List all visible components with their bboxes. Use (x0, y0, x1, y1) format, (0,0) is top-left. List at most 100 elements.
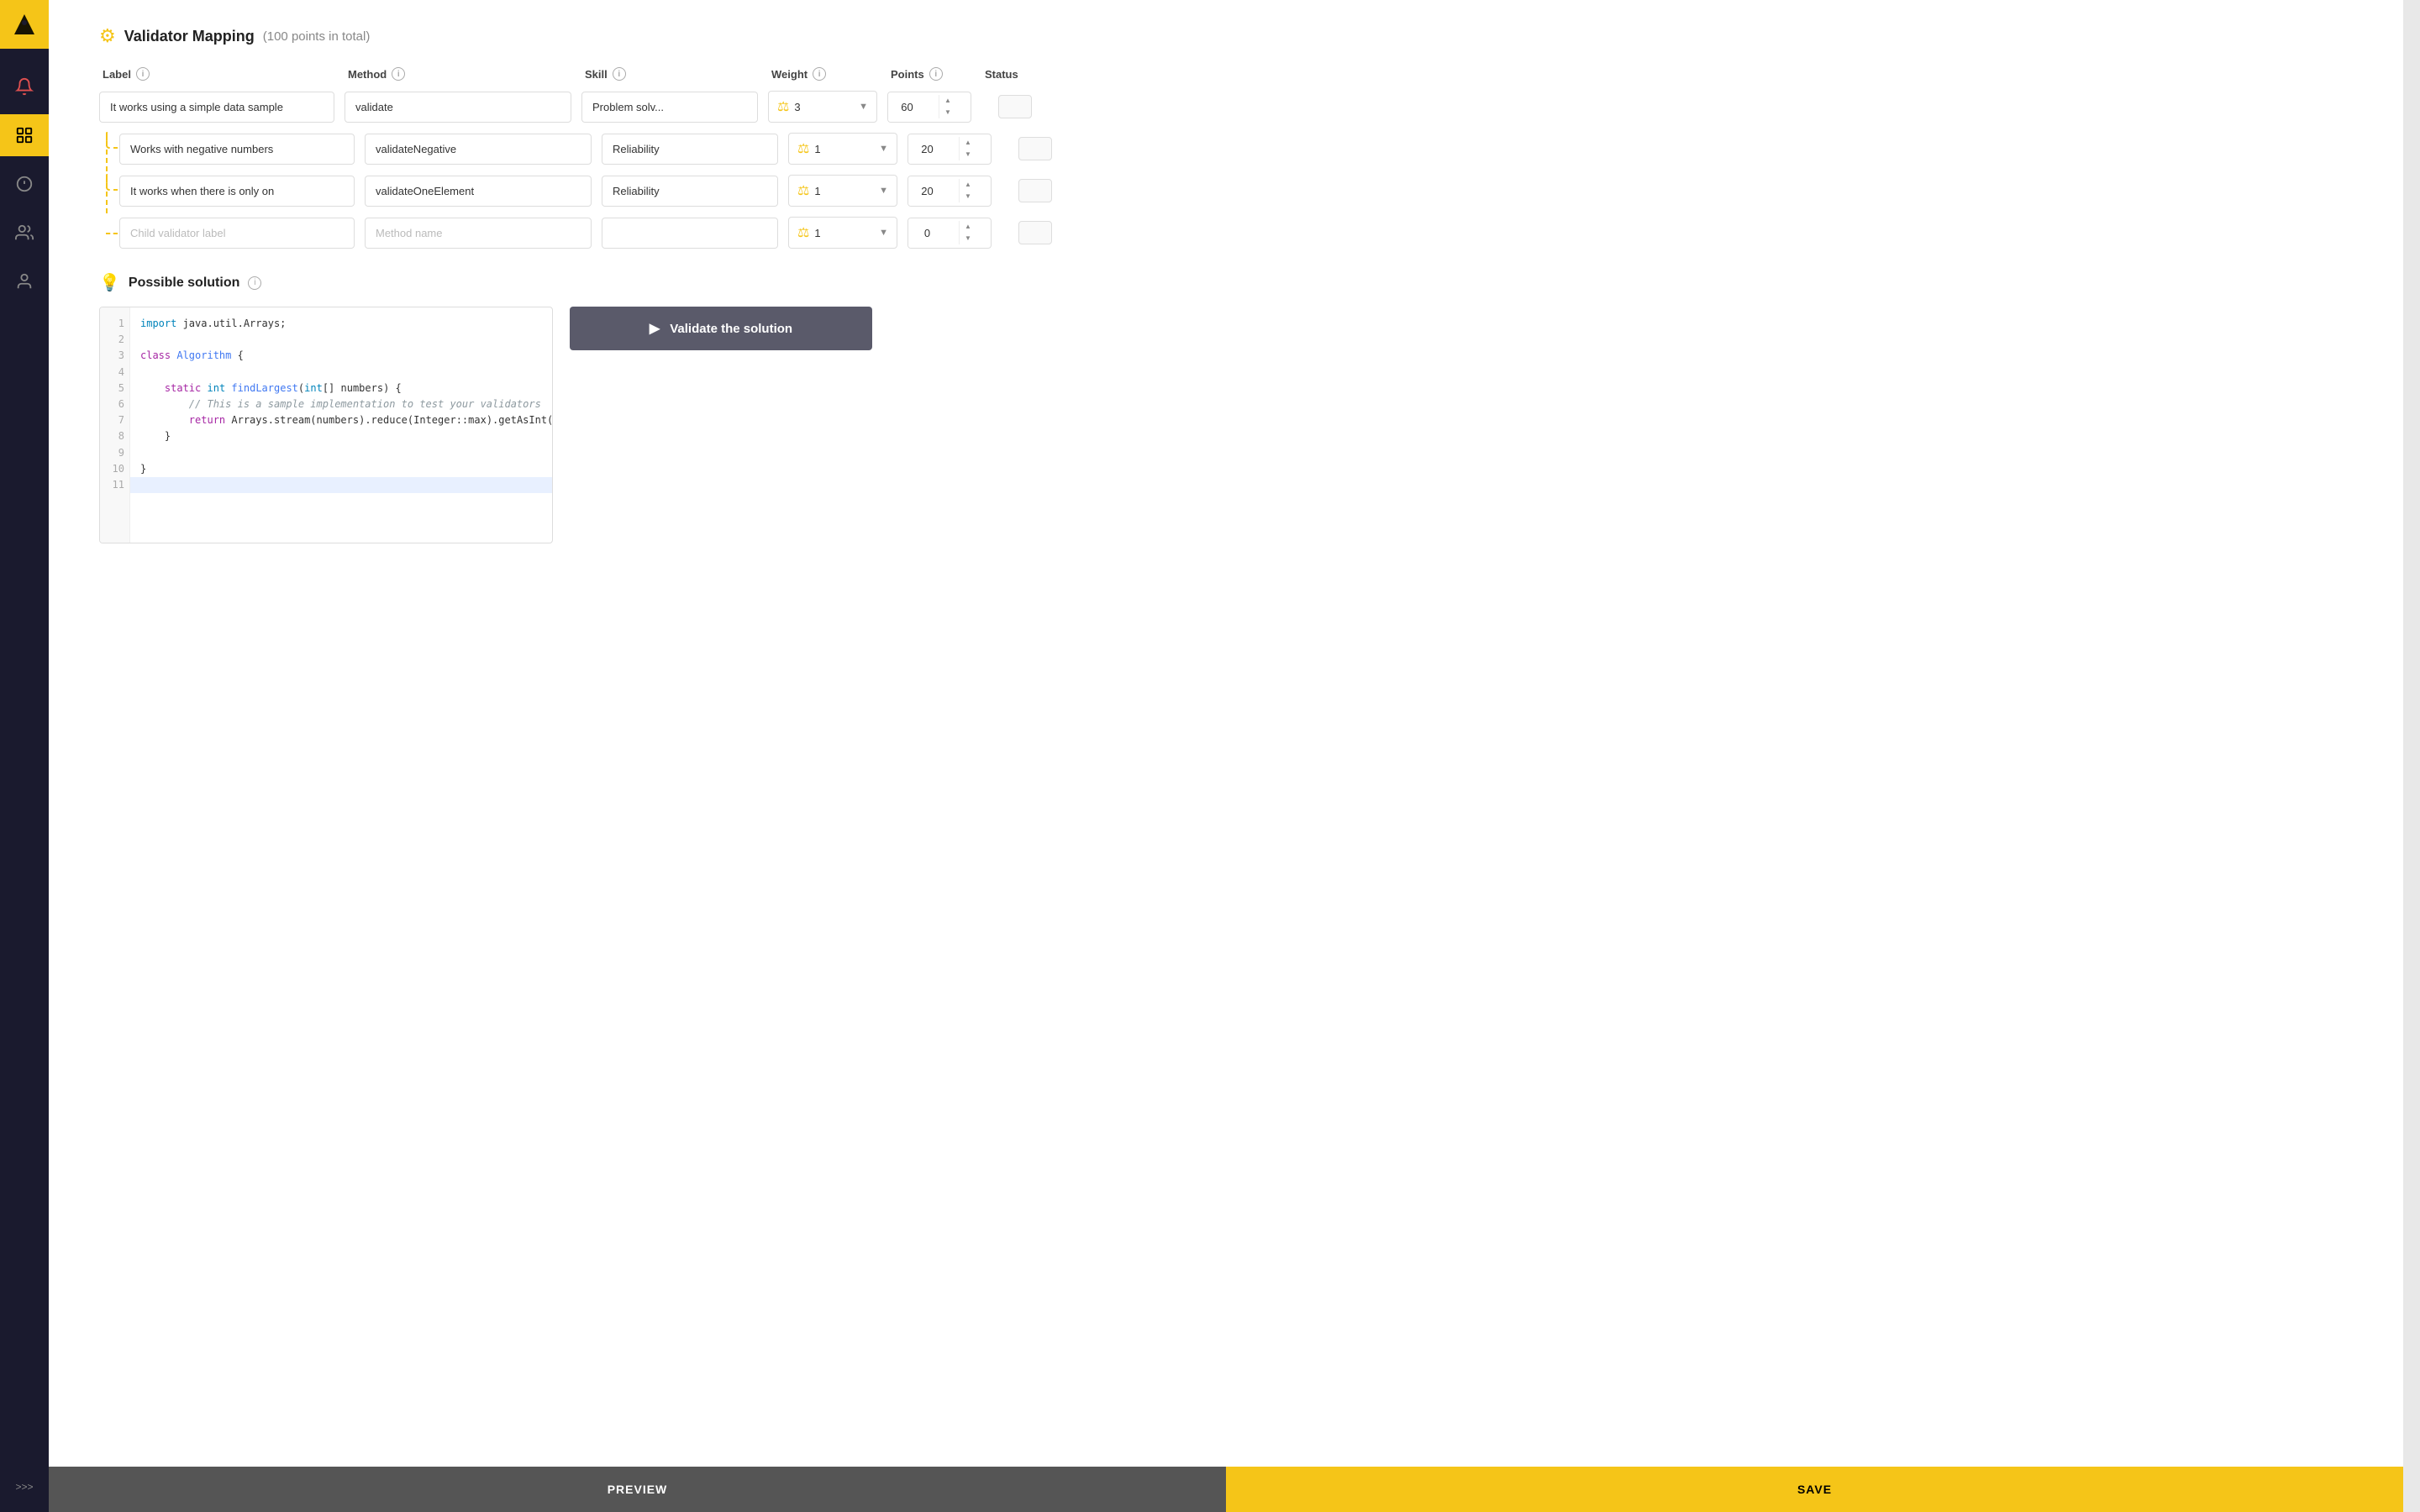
parent-status-box (998, 95, 1032, 118)
child2-label-field (119, 176, 355, 207)
validate-solution-button[interactable]: ▶ Validate the solution (570, 307, 872, 350)
method-info-icon[interactable]: i (392, 67, 405, 81)
bottom-bar: PREVIEW SAVE (49, 1467, 2403, 1512)
gear-icon: ⚙ (99, 25, 116, 47)
child1-weight-chevron: ▼ (879, 144, 888, 154)
content-area: ⚙ Validator Mapping (100 points in total… (49, 0, 2403, 1467)
child2-weight-value: 1 (814, 185, 874, 197)
child3-label-field (119, 218, 355, 249)
solution-title: Possible solution (129, 276, 239, 291)
parent-points-arrows: ▲ ▼ (939, 95, 956, 118)
solution-body: 1 2 3 4 5 6 7 8 9 10 11 import java (99, 307, 2353, 543)
parent-points-down[interactable]: ▼ (939, 107, 956, 118)
parent-points-input[interactable] (888, 92, 939, 122)
parent-points-up[interactable]: ▲ (939, 95, 956, 107)
child2-skill-field (602, 176, 778, 207)
child2-status-field (1002, 179, 1069, 202)
sidebar-icon-bell[interactable] (0, 66, 49, 108)
child3-method-field (365, 218, 592, 249)
solution-info-icon[interactable]: i (248, 276, 261, 290)
child2-method-field (365, 176, 592, 207)
skill-info-icon[interactable]: i (613, 67, 626, 81)
child3-weight-chevron: ▼ (879, 228, 888, 238)
child3-skill-input[interactable] (602, 218, 778, 249)
label-info-icon[interactable]: i (136, 67, 150, 81)
line-numbers: 1 2 3 4 5 6 7 8 9 10 11 (100, 307, 130, 543)
child3-weight-scale-icon: ⚖ (797, 224, 809, 241)
validator-rows-container: ⚖ 3 ▼ ▲ ▼ (99, 91, 2353, 249)
child2-points-up[interactable]: ▲ (960, 179, 976, 191)
weight-info-icon[interactable]: i (813, 67, 826, 81)
child2-label-input[interactable] (119, 176, 355, 207)
child1-skill-input[interactable] (602, 134, 778, 165)
child1-skill-field (602, 134, 778, 165)
parent-skill-field (581, 92, 758, 123)
sidebar-icon-user[interactable] (0, 260, 49, 302)
parent-method-field (345, 92, 571, 123)
child2-status-box (1018, 179, 1052, 202)
parent-skill-input[interactable] (581, 92, 758, 123)
child1-points-arrows: ▲ ▼ (959, 137, 976, 160)
child2-method-input[interactable] (365, 176, 592, 207)
child3-points-arrows: ▲ ▼ (959, 221, 976, 244)
sidebar-expand-button[interactable]: >>> (0, 1472, 49, 1502)
table-header: Label i Method i Skill i Weight i Points… (99, 67, 2353, 81)
child3-label-input[interactable] (119, 218, 355, 249)
child1-weight-value: 1 (814, 143, 874, 155)
child3-status-field (1002, 221, 1069, 244)
child2-weight-chevron: ▼ (879, 186, 888, 196)
col-header-method: Method i (348, 67, 575, 81)
weight-chevron-icon: ▼ (859, 102, 868, 112)
sidebar: >>> (0, 0, 49, 1512)
child3-method-input[interactable] (365, 218, 592, 249)
parent-row: ⚖ 3 ▼ ▲ ▼ (99, 91, 2353, 123)
validator-mapping-header: ⚙ Validator Mapping (100 points in total… (99, 25, 2353, 47)
child1-points-up[interactable]: ▲ (960, 137, 976, 149)
child3-points-up[interactable]: ▲ (960, 221, 976, 233)
child3-points-down[interactable]: ▼ (960, 233, 976, 244)
children-section: ⚖ 1 ▼ ▲ ▼ (99, 133, 2353, 249)
weight-scale-icon: ⚖ (777, 98, 789, 115)
child3-weight-field[interactable]: ⚖ 1 ▼ (788, 217, 897, 249)
parent-weight-field[interactable]: ⚖ 3 ▼ (768, 91, 877, 123)
child2-points-input[interactable] (908, 176, 959, 206)
right-scrollbar-panel (2403, 0, 2420, 1512)
child3-points-input[interactable] (908, 218, 959, 248)
child1-status-box (1018, 137, 1052, 160)
child1-weight-scale-icon: ⚖ (797, 140, 809, 157)
child2-points-arrows: ▲ ▼ (959, 179, 976, 202)
child1-label-input[interactable] (119, 134, 355, 165)
child3-points-field: ▲ ▼ (908, 218, 992, 249)
child3-status-box (1018, 221, 1052, 244)
child-row-3-empty: ⚖ 1 ▼ ▲ ▼ (119, 217, 2353, 249)
child3-skill-field (602, 218, 778, 249)
save-button[interactable]: SAVE (1226, 1467, 2403, 1512)
preview-button[interactable]: PREVIEW (49, 1467, 1226, 1512)
children-rows: ⚖ 1 ▼ ▲ ▼ (119, 133, 2353, 249)
code-content[interactable]: import java.util.Arrays; class Algorithm… (130, 307, 553, 543)
col-header-status: Status (985, 67, 1052, 81)
child1-weight-field[interactable]: ⚖ 1 ▼ (788, 133, 897, 165)
child1-points-down[interactable]: ▼ (960, 149, 976, 160)
child2-weight-field[interactable]: ⚖ 1 ▼ (788, 175, 897, 207)
child2-skill-input[interactable] (602, 176, 778, 207)
child2-weight-scale-icon: ⚖ (797, 182, 809, 199)
section-subtitle: (100 points in total) (263, 29, 371, 44)
child1-label-field (119, 134, 355, 165)
sidebar-icon-chart[interactable] (0, 114, 49, 156)
parent-method-input[interactable] (345, 92, 571, 123)
section-title: Validator Mapping (124, 28, 255, 45)
points-info-icon[interactable]: i (929, 67, 943, 81)
solution-section: 💡 Possible solution i 1 2 3 4 5 6 7 (99, 272, 2353, 543)
validate-button-label: Validate the solution (670, 322, 792, 336)
parent-label-input[interactable] (99, 92, 334, 123)
play-icon: ▶ (650, 320, 660, 337)
child2-points-down[interactable]: ▼ (960, 191, 976, 202)
child1-points-input[interactable] (908, 134, 959, 164)
child2-points-field: ▲ ▼ (908, 176, 992, 207)
sidebar-icon-users[interactable] (0, 212, 49, 254)
sidebar-icon-alert[interactable] (0, 163, 49, 205)
code-editor: 1 2 3 4 5 6 7 8 9 10 11 import java (99, 307, 553, 543)
sidebar-logo[interactable] (0, 0, 49, 49)
child1-method-input[interactable] (365, 134, 592, 165)
